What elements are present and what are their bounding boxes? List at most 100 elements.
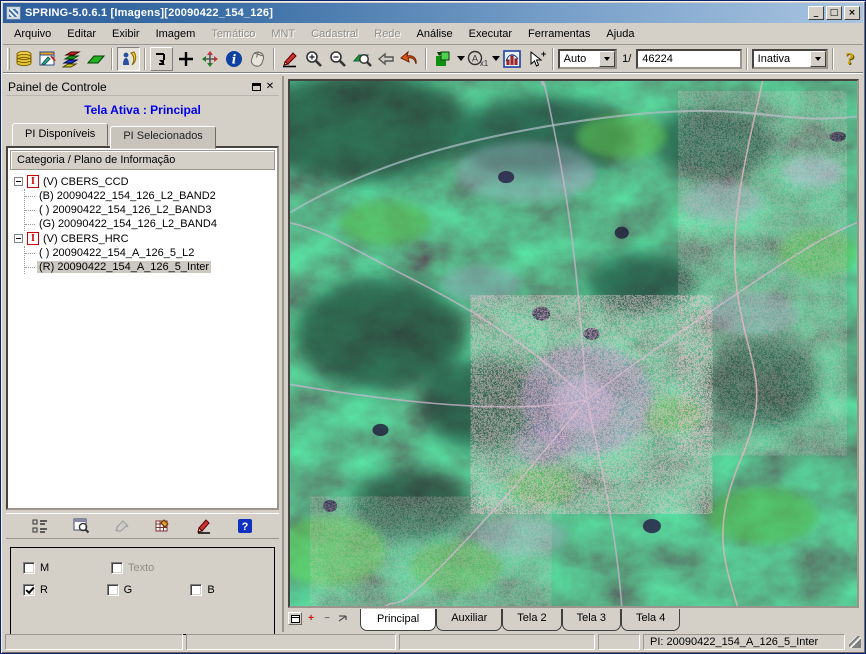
tab-tela3[interactable]: Tela 3 <box>562 609 621 631</box>
checkbox-box[interactable] <box>107 584 119 596</box>
help-icon[interactable]: ? <box>838 47 861 71</box>
menu-arquivo[interactable]: Arquivo <box>7 25 58 43</box>
tree-leaf-band3[interactable]: ( ) 20090422_154_126_L2_BAND3 <box>25 203 275 217</box>
status-pi-label: PI: 20090422_154_A_126_5_Inter <box>643 634 845 650</box>
toolbar-separator <box>552 48 554 70</box>
corner-arrow-icon[interactable] <box>150 47 173 71</box>
project-icon[interactable] <box>37 47 60 71</box>
toolbar-separator <box>746 48 748 70</box>
tab-tela4[interactable]: Tela 4 <box>621 609 680 631</box>
move-icon[interactable] <box>198 47 221 71</box>
collapse-icon[interactable] <box>14 177 23 186</box>
menu-ferramentas[interactable]: Ferramentas <box>521 25 597 43</box>
layers-icon[interactable] <box>61 47 84 71</box>
scale-denominator-input[interactable]: 46224 <box>636 49 741 69</box>
image-category-icon: I <box>27 175 39 188</box>
checkbox-box[interactable] <box>23 584 35 596</box>
tab-auxiliar[interactable]: Auxiliar <box>436 609 502 631</box>
checkbox-b[interactable]: B <box>190 584 274 596</box>
checkbox-box[interactable] <box>190 584 202 596</box>
menu-tematico: Temático <box>204 25 262 43</box>
satellite-image-canvas[interactable] <box>288 79 859 608</box>
menu-executar[interactable]: Executar <box>462 25 519 43</box>
menu-editar[interactable]: Editar <box>60 25 103 43</box>
scale-x1-icon[interactable]: Ax1 <box>466 47 489 71</box>
title-bar[interactable]: SPRING-5.0.6.1 [Imagens][20090422_154_12… <box>3 3 863 23</box>
toolbar-separator <box>832 48 834 70</box>
menu-exibir[interactable]: Exibir <box>105 25 147 43</box>
maximize-button[interactable]: □ <box>826 6 842 20</box>
tab-pi-disponiveis[interactable]: PI Disponíveis <box>12 123 108 146</box>
close-panel-icon[interactable]: ✕ <box>263 80 277 93</box>
histogram-icon[interactable] <box>501 47 524 71</box>
layer-tree: Categoria / Plano de Informação I (V) CB… <box>6 146 279 510</box>
zoom-out-icon[interactable] <box>327 47 350 71</box>
toolbar-grip[interactable] <box>7 48 10 70</box>
panel-help-icon[interactable]: ? <box>234 515 256 537</box>
toolbar-separator <box>111 48 113 70</box>
pointer-select-icon[interactable] <box>117 47 140 71</box>
contrast-pencil-icon[interactable] <box>193 515 215 537</box>
tree-leaf-band4[interactable]: (G) 20090422_154_126_L2_BAND4 <box>25 217 275 231</box>
tab-tela2[interactable]: Tela 2 <box>502 609 561 631</box>
minimize-button[interactable]: _ <box>808 6 824 20</box>
menu-ajuda[interactable]: Ajuda <box>599 25 641 43</box>
maximize-screen-icon[interactable] <box>336 612 350 625</box>
table-edit-icon[interactable] <box>152 515 174 537</box>
raster-dropdown-arrow[interactable] <box>457 56 465 65</box>
tab-pi-selecionados[interactable]: PI Selecionados <box>110 126 216 149</box>
edit-pencil-icon[interactable] <box>279 47 302 71</box>
mouse-icon[interactable] <box>246 47 269 71</box>
resize-grip-icon[interactable] <box>849 636 861 648</box>
control-panel: Painel de Controle ✕ Tela Ativa : Princi… <box>3 76 284 632</box>
zoom-area-icon[interactable] <box>351 47 374 71</box>
raster-layers-icon[interactable] <box>431 47 454 71</box>
window-mini-icon[interactable] <box>288 612 302 625</box>
tree-node-label[interactable]: (V) CBERS_HRC <box>43 233 129 245</box>
remove-screen-icon[interactable]: − <box>320 612 334 625</box>
plus-cursor-icon[interactable] <box>174 47 197 71</box>
chevron-down-icon[interactable] <box>810 51 826 67</box>
checkbox-box[interactable] <box>23 562 35 574</box>
list-check-icon[interactable] <box>29 515 51 537</box>
draw-plane-icon[interactable] <box>85 47 108 71</box>
panel-title: Painel de Controle <box>8 80 249 94</box>
chevron-down-icon[interactable] <box>599 51 615 67</box>
toolbar-separator <box>273 48 275 70</box>
add-screen-icon[interactable]: + <box>304 612 318 625</box>
menu-rede: Rede <box>367 25 407 43</box>
screen-tab-bar: + − Principal Auxiliar Tela 2 Tela 3 Tel… <box>288 608 859 632</box>
tree-node-cbers-ccd[interactable]: I (V) CBERS_CCD <box>14 174 275 189</box>
tree-leaf-hrc-l2[interactable]: ( ) 20090422_154_A_126_5_L2 <box>25 246 275 260</box>
scale-dropdown-arrow[interactable] <box>492 56 500 65</box>
svg-text:A: A <box>472 53 478 63</box>
collapse-icon[interactable] <box>14 234 23 243</box>
acquire-point-icon[interactable]: ++ <box>525 47 548 71</box>
status-bar: PI: 20090422_154_A_126_5_Inter <box>3 632 863 651</box>
back-arrow-icon[interactable] <box>374 47 397 71</box>
close-button[interactable]: × <box>844 6 860 20</box>
float-panel-icon[interactable] <box>249 80 263 93</box>
tree-leaf-band2[interactable]: (B) 20090422_154_126_L2_BAND2 <box>25 189 275 203</box>
app-icon <box>6 6 21 20</box>
undo-icon[interactable] <box>398 47 421 71</box>
svg-text:++: ++ <box>541 49 546 59</box>
database-icon[interactable] <box>13 47 36 71</box>
tree-node-cbers-hrc[interactable]: I (V) CBERS_HRC <box>14 231 275 246</box>
zoom-in-icon[interactable] <box>303 47 326 71</box>
mode-combobox[interactable]: Inativa <box>752 49 829 69</box>
menu-imagem[interactable]: Imagem <box>149 25 203 43</box>
checkbox-r[interactable]: R <box>23 584 107 596</box>
tree-header: Categoria / Plano de Informação <box>10 150 275 170</box>
preview-window-icon[interactable] <box>70 515 92 537</box>
zoom-scale-combobox[interactable]: Auto <box>558 49 617 69</box>
checkbox-m[interactable]: M <box>23 562 111 574</box>
tree-leaf-hrc-inter[interactable]: (R) 20090422_154_A_126_5_Inter <box>25 260 275 274</box>
tree-node-label[interactable]: (V) CBERS_CCD <box>43 176 129 188</box>
status-cell-1 <box>5 634 183 650</box>
menu-analise[interactable]: Análise <box>410 25 460 43</box>
checkbox-g[interactable]: G <box>107 584 191 596</box>
tab-principal[interactable]: Principal <box>360 609 436 631</box>
svg-text:x1: x1 <box>480 59 488 68</box>
info-icon[interactable]: i <box>222 47 245 71</box>
